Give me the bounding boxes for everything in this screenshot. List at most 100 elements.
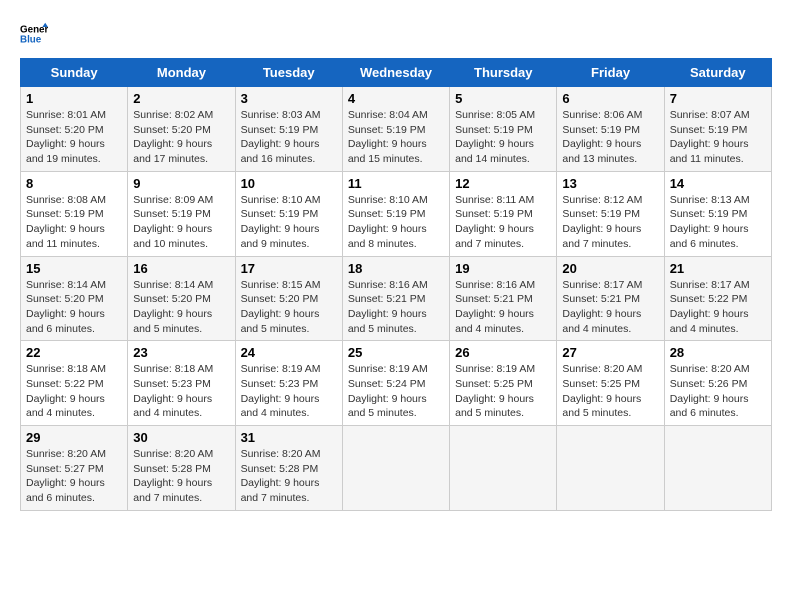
header-cell-friday: Friday	[557, 59, 664, 87]
day-info: Sunrise: 8:17 AMSunset: 5:21 PMDaylight:…	[562, 278, 658, 337]
day-info: Sunrise: 8:03 AMSunset: 5:19 PMDaylight:…	[241, 108, 337, 167]
calendar-cell: 12 Sunrise: 8:11 AMSunset: 5:19 PMDaylig…	[450, 171, 557, 256]
header-cell-thursday: Thursday	[450, 59, 557, 87]
header: General Blue	[20, 20, 772, 48]
day-info: Sunrise: 8:19 AMSunset: 5:25 PMDaylight:…	[455, 362, 551, 421]
day-number: 20	[562, 261, 658, 276]
day-info: Sunrise: 8:04 AMSunset: 5:19 PMDaylight:…	[348, 108, 444, 167]
calendar-cell: 27 Sunrise: 8:20 AMSunset: 5:25 PMDaylig…	[557, 341, 664, 426]
calendar-cell: 10 Sunrise: 8:10 AMSunset: 5:19 PMDaylig…	[235, 171, 342, 256]
day-number: 18	[348, 261, 444, 276]
calendar-cell: 2 Sunrise: 8:02 AMSunset: 5:20 PMDayligh…	[128, 87, 235, 172]
day-number: 22	[26, 345, 122, 360]
day-number: 19	[455, 261, 551, 276]
day-number: 12	[455, 176, 551, 191]
calendar-cell: 3 Sunrise: 8:03 AMSunset: 5:19 PMDayligh…	[235, 87, 342, 172]
calendar-cell: 25 Sunrise: 8:19 AMSunset: 5:24 PMDaylig…	[342, 341, 449, 426]
day-number: 17	[241, 261, 337, 276]
day-number: 21	[670, 261, 766, 276]
day-info: Sunrise: 8:16 AMSunset: 5:21 PMDaylight:…	[348, 278, 444, 337]
calendar-cell: 28 Sunrise: 8:20 AMSunset: 5:26 PMDaylig…	[664, 341, 771, 426]
day-number: 26	[455, 345, 551, 360]
day-info: Sunrise: 8:19 AMSunset: 5:23 PMDaylight:…	[241, 362, 337, 421]
logo-icon: General Blue	[20, 20, 48, 48]
calendar-cell: 20 Sunrise: 8:17 AMSunset: 5:21 PMDaylig…	[557, 256, 664, 341]
day-number: 10	[241, 176, 337, 191]
day-info: Sunrise: 8:06 AMSunset: 5:19 PMDaylight:…	[562, 108, 658, 167]
day-info: Sunrise: 8:14 AMSunset: 5:20 PMDaylight:…	[133, 278, 229, 337]
calendar-cell: 11 Sunrise: 8:10 AMSunset: 5:19 PMDaylig…	[342, 171, 449, 256]
day-info: Sunrise: 8:18 AMSunset: 5:22 PMDaylight:…	[26, 362, 122, 421]
calendar-cell	[557, 426, 664, 511]
calendar-cell: 18 Sunrise: 8:16 AMSunset: 5:21 PMDaylig…	[342, 256, 449, 341]
calendar-week-2: 8 Sunrise: 8:08 AMSunset: 5:19 PMDayligh…	[21, 171, 772, 256]
day-info: Sunrise: 8:01 AMSunset: 5:20 PMDaylight:…	[26, 108, 122, 167]
day-number: 30	[133, 430, 229, 445]
day-info: Sunrise: 8:08 AMSunset: 5:19 PMDaylight:…	[26, 193, 122, 252]
day-info: Sunrise: 8:20 AMSunset: 5:26 PMDaylight:…	[670, 362, 766, 421]
header-cell-sunday: Sunday	[21, 59, 128, 87]
day-info: Sunrise: 8:14 AMSunset: 5:20 PMDaylight:…	[26, 278, 122, 337]
day-number: 27	[562, 345, 658, 360]
calendar-cell: 1 Sunrise: 8:01 AMSunset: 5:20 PMDayligh…	[21, 87, 128, 172]
header-cell-saturday: Saturday	[664, 59, 771, 87]
day-number: 6	[562, 91, 658, 106]
day-info: Sunrise: 8:05 AMSunset: 5:19 PMDaylight:…	[455, 108, 551, 167]
day-number: 11	[348, 176, 444, 191]
day-info: Sunrise: 8:11 AMSunset: 5:19 PMDaylight:…	[455, 193, 551, 252]
day-info: Sunrise: 8:19 AMSunset: 5:24 PMDaylight:…	[348, 362, 444, 421]
calendar-cell: 31 Sunrise: 8:20 AMSunset: 5:28 PMDaylig…	[235, 426, 342, 511]
day-number: 1	[26, 91, 122, 106]
header-cell-tuesday: Tuesday	[235, 59, 342, 87]
calendar-cell: 29 Sunrise: 8:20 AMSunset: 5:27 PMDaylig…	[21, 426, 128, 511]
day-number: 8	[26, 176, 122, 191]
day-number: 16	[133, 261, 229, 276]
day-number: 13	[562, 176, 658, 191]
calendar-week-3: 15 Sunrise: 8:14 AMSunset: 5:20 PMDaylig…	[21, 256, 772, 341]
day-info: Sunrise: 8:20 AMSunset: 5:28 PMDaylight:…	[241, 447, 337, 506]
calendar-cell	[664, 426, 771, 511]
calendar-cell: 7 Sunrise: 8:07 AMSunset: 5:19 PMDayligh…	[664, 87, 771, 172]
calendar-cell: 8 Sunrise: 8:08 AMSunset: 5:19 PMDayligh…	[21, 171, 128, 256]
day-info: Sunrise: 8:02 AMSunset: 5:20 PMDaylight:…	[133, 108, 229, 167]
day-info: Sunrise: 8:07 AMSunset: 5:19 PMDaylight:…	[670, 108, 766, 167]
day-info: Sunrise: 8:20 AMSunset: 5:28 PMDaylight:…	[133, 447, 229, 506]
day-number: 7	[670, 91, 766, 106]
day-number: 9	[133, 176, 229, 191]
header-cell-monday: Monday	[128, 59, 235, 87]
calendar-cell: 15 Sunrise: 8:14 AMSunset: 5:20 PMDaylig…	[21, 256, 128, 341]
day-number: 24	[241, 345, 337, 360]
day-info: Sunrise: 8:15 AMSunset: 5:20 PMDaylight:…	[241, 278, 337, 337]
day-info: Sunrise: 8:20 AMSunset: 5:27 PMDaylight:…	[26, 447, 122, 506]
day-number: 4	[348, 91, 444, 106]
calendar-cell: 21 Sunrise: 8:17 AMSunset: 5:22 PMDaylig…	[664, 256, 771, 341]
day-info: Sunrise: 8:13 AMSunset: 5:19 PMDaylight:…	[670, 193, 766, 252]
calendar-cell: 19 Sunrise: 8:16 AMSunset: 5:21 PMDaylig…	[450, 256, 557, 341]
svg-text:Blue: Blue	[20, 34, 42, 45]
calendar-cell: 22 Sunrise: 8:18 AMSunset: 5:22 PMDaylig…	[21, 341, 128, 426]
header-cell-wednesday: Wednesday	[342, 59, 449, 87]
calendar-cell: 26 Sunrise: 8:19 AMSunset: 5:25 PMDaylig…	[450, 341, 557, 426]
day-number: 5	[455, 91, 551, 106]
header-row: SundayMondayTuesdayWednesdayThursdayFrid…	[21, 59, 772, 87]
calendar-week-1: 1 Sunrise: 8:01 AMSunset: 5:20 PMDayligh…	[21, 87, 772, 172]
calendar-cell: 30 Sunrise: 8:20 AMSunset: 5:28 PMDaylig…	[128, 426, 235, 511]
calendar-header: SundayMondayTuesdayWednesdayThursdayFrid…	[21, 59, 772, 87]
day-number: 28	[670, 345, 766, 360]
day-info: Sunrise: 8:20 AMSunset: 5:25 PMDaylight:…	[562, 362, 658, 421]
day-info: Sunrise: 8:10 AMSunset: 5:19 PMDaylight:…	[241, 193, 337, 252]
logo: General Blue	[20, 20, 52, 48]
day-number: 29	[26, 430, 122, 445]
calendar-cell: 17 Sunrise: 8:15 AMSunset: 5:20 PMDaylig…	[235, 256, 342, 341]
day-number: 15	[26, 261, 122, 276]
calendar-cell: 6 Sunrise: 8:06 AMSunset: 5:19 PMDayligh…	[557, 87, 664, 172]
day-number: 14	[670, 176, 766, 191]
day-info: Sunrise: 8:10 AMSunset: 5:19 PMDaylight:…	[348, 193, 444, 252]
day-info: Sunrise: 8:16 AMSunset: 5:21 PMDaylight:…	[455, 278, 551, 337]
calendar-cell	[450, 426, 557, 511]
calendar-table: SundayMondayTuesdayWednesdayThursdayFrid…	[20, 58, 772, 511]
calendar-cell: 4 Sunrise: 8:04 AMSunset: 5:19 PMDayligh…	[342, 87, 449, 172]
day-number: 2	[133, 91, 229, 106]
day-number: 31	[241, 430, 337, 445]
day-number: 3	[241, 91, 337, 106]
